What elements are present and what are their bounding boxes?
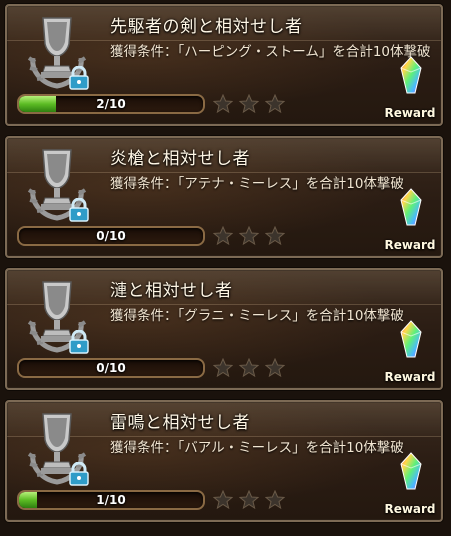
star-icon [265, 226, 285, 246]
star-rating [213, 94, 285, 114]
achievement-title: 漣と相対せし者 [110, 281, 233, 301]
lock-icon [68, 197, 90, 222]
achievement-title: 炎槍と相対せし者 [110, 149, 250, 169]
reward-label: Reward [384, 106, 436, 120]
lock-icon [68, 65, 90, 90]
reward-button[interactable]: Reward [383, 446, 437, 518]
lock-icon [68, 329, 90, 354]
progress-bar: 0/10 [17, 358, 205, 378]
star-icon [213, 226, 233, 246]
progress-text: 0/10 [96, 229, 126, 243]
reward-button[interactable]: Reward [383, 50, 437, 122]
star-icon [239, 490, 259, 510]
star-icon [265, 358, 285, 378]
lock-icon [68, 461, 90, 486]
achievement-list: 先駆者の剣と相対せし者 獲得条件：「ハーピング・ストーム」を合計10体撃破 2/… [0, 0, 451, 536]
star-icon [239, 358, 259, 378]
star-rating [213, 490, 285, 510]
achievement-card[interactable]: 雷鳴と相対せし者 獲得条件：「バアル・ミーレス」を合計10体撃破 1/10 Re… [5, 400, 443, 522]
achievement-title: 雷鳴と相対せし者 [110, 413, 250, 433]
rainbow-crystal-icon [400, 56, 422, 94]
progress-bar: 2/10 [17, 94, 205, 114]
rainbow-crystal-icon [400, 188, 422, 226]
star-icon [265, 490, 285, 510]
reward-label: Reward [384, 238, 436, 252]
reward-button[interactable]: Reward [383, 182, 437, 254]
progress-text: 0/10 [96, 361, 126, 375]
rainbow-crystal-icon [400, 452, 422, 490]
achievement-card[interactable]: 先駆者の剣と相対せし者 獲得条件：「ハーピング・ストーム」を合計10体撃破 2/… [5, 4, 443, 126]
progress-text: 2/10 [96, 97, 126, 111]
star-icon [239, 226, 259, 246]
reward-label: Reward [384, 370, 436, 384]
achievement-card[interactable]: 漣と相対せし者 獲得条件：「グラニ・ミーレス」を合計10体撃破 0/10 Rew… [5, 268, 443, 390]
progress-text: 1/10 [96, 493, 126, 507]
progress-bar: 0/10 [17, 226, 205, 246]
star-icon [213, 94, 233, 114]
progress-bar: 1/10 [17, 490, 205, 510]
star-rating [213, 226, 285, 246]
star-icon [265, 94, 285, 114]
star-icon [239, 94, 259, 114]
achievement-title: 先駆者の剣と相対せし者 [110, 17, 303, 37]
reward-button[interactable]: Reward [383, 314, 437, 386]
star-icon [213, 490, 233, 510]
star-icon [213, 358, 233, 378]
reward-label: Reward [384, 502, 436, 516]
rainbow-crystal-icon [400, 320, 422, 358]
star-rating [213, 358, 285, 378]
achievement-card[interactable]: 炎槍と相対せし者 獲得条件：「アテナ・ミーレス」を合計10体撃破 0/10 Re… [5, 136, 443, 258]
